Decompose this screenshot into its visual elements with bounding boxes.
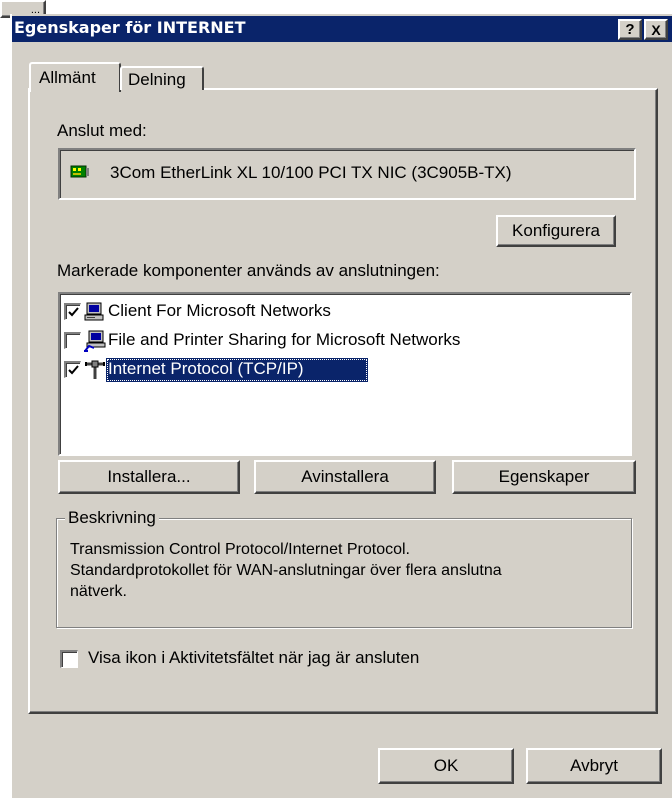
- tcpip-checkbox[interactable]: [64, 361, 81, 378]
- configure-button-label: Konfigurera: [512, 221, 600, 240]
- client-checkbox[interactable]: [64, 303, 81, 320]
- description-group: Beskrivning Transmission Control Protoco…: [56, 508, 632, 628]
- tcpip-selection: Internet Protocol (TCP/IP): [106, 358, 368, 382]
- show-icon-label[interactable]: Visa ikon i Aktivitetsfältet när jag är …: [88, 648, 419, 668]
- properties-button[interactable]: Egenskaper: [452, 460, 636, 494]
- list-item-tcpip[interactable]: Internet Protocol (TCP/IP): [64, 358, 604, 382]
- title-bar[interactable]: Egenskaper för INTERNET ? X: [12, 16, 672, 42]
- ok-button-label: OK: [433, 756, 459, 775]
- install-button[interactable]: Installera...: [58, 460, 240, 494]
- network-protocol-icon: [84, 360, 106, 380]
- adapter-name: 3Com EtherLink XL 10/100 PCI TX NIC (3C9…: [110, 163, 512, 182]
- file-printer-sharing-checkbox[interactable]: [64, 332, 81, 349]
- properties-dialog: Egenskaper för INTERNET ? X Allmänt Deln…: [10, 14, 672, 798]
- close-icon: X: [651, 21, 661, 38]
- tab-general[interactable]: Allmänt: [29, 62, 121, 92]
- file-printer-sharing-label: File and Printer Sharing for Microsoft N…: [108, 330, 461, 349]
- close-button[interactable]: X: [644, 19, 668, 40]
- components-list[interactable]: Client For Microsoft Networks File and P…: [58, 292, 632, 456]
- adapter-field: 3Com EtherLink XL 10/100 PCI TX NIC (3C9…: [58, 148, 636, 200]
- tcpip-label: Internet Protocol (TCP/IP): [108, 359, 304, 378]
- tab-sharing[interactable]: Delning: [120, 66, 204, 90]
- uninstall-button-label: Avinstallera: [301, 467, 389, 486]
- help-button[interactable]: ?: [618, 19, 642, 40]
- window-title: Egenskaper för INTERNET: [14, 18, 246, 37]
- client-computer-icon: [84, 302, 104, 322]
- list-item-file-printer-sharing[interactable]: File and Printer Sharing for Microsoft N…: [64, 329, 604, 353]
- tab-general-label: Allmänt: [39, 68, 96, 87]
- description-line-1: Transmission Control Protocol/Internet P…: [70, 541, 410, 558]
- ok-button[interactable]: OK: [378, 748, 514, 784]
- cancel-button[interactable]: Avbryt: [526, 748, 662, 784]
- description-legend: Beskrivning: [65, 508, 159, 528]
- configure-button[interactable]: Konfigurera: [496, 215, 616, 247]
- network-card-icon: [70, 164, 90, 180]
- client-label: Client For Microsoft Networks: [108, 301, 331, 320]
- components-label: Markerade komponenter används av anslutn…: [57, 261, 440, 280]
- properties-button-label: Egenskaper: [498, 467, 590, 486]
- install-button-label: Installera...: [107, 467, 191, 486]
- description-line-3: nätverk.: [70, 583, 127, 600]
- description-line-2: Standardprotokollet för WAN-anslutningar…: [70, 562, 502, 579]
- list-item-client[interactable]: Client For Microsoft Networks: [64, 300, 604, 324]
- show-icon-checkbox[interactable]: [60, 650, 78, 668]
- file-printer-sharing-icon: [84, 330, 106, 352]
- help-icon: ?: [625, 21, 635, 38]
- tab-sharing-label: Delning: [128, 70, 186, 89]
- connect-using-label: Anslut med:: [57, 121, 147, 140]
- cancel-button-label: Avbryt: [570, 756, 618, 775]
- uninstall-button[interactable]: Avinstallera: [254, 460, 436, 494]
